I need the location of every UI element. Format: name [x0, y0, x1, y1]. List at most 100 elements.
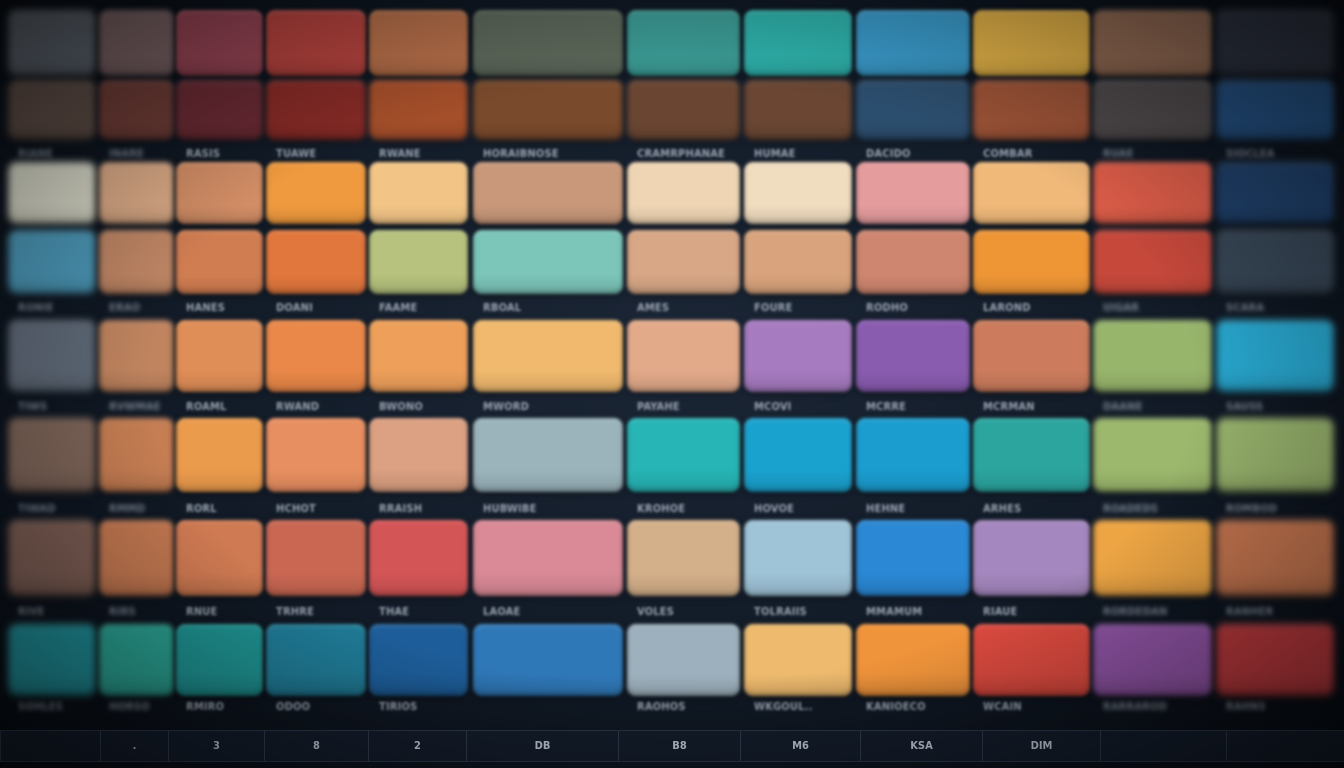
color-swatch[interactable]: [1216, 320, 1334, 392]
color-swatch[interactable]: [973, 162, 1090, 224]
color-swatch[interactable]: [176, 230, 263, 294]
color-swatch[interactable]: [473, 624, 623, 696]
color-swatch[interactable]: [856, 320, 970, 392]
bottom-bar-segment[interactable]: KSA: [860, 731, 982, 761]
color-swatch[interactable]: [99, 230, 174, 294]
color-swatch[interactable]: [1216, 162, 1334, 224]
color-swatch[interactable]: [973, 80, 1090, 140]
color-swatch[interactable]: [99, 162, 174, 224]
color-swatch[interactable]: [856, 80, 970, 140]
color-swatch[interactable]: [369, 624, 468, 696]
color-swatch[interactable]: [266, 418, 366, 492]
bottom-bar-segment[interactable]: [1100, 731, 1226, 761]
color-swatch[interactable]: [8, 520, 96, 596]
color-swatch[interactable]: [1093, 10, 1212, 76]
color-swatch[interactable]: [1093, 418, 1212, 492]
color-swatch[interactable]: [973, 10, 1090, 76]
color-swatch[interactable]: [473, 320, 623, 392]
color-swatch[interactable]: [369, 10, 468, 76]
color-swatch[interactable]: [176, 520, 263, 596]
color-swatch[interactable]: [369, 162, 468, 224]
bottom-bar-segment[interactable]: .: [100, 731, 168, 761]
color-swatch[interactable]: [8, 418, 96, 492]
color-swatch[interactable]: [473, 418, 623, 492]
color-swatch[interactable]: [99, 418, 174, 492]
color-swatch[interactable]: [473, 162, 623, 224]
color-swatch[interactable]: [744, 418, 852, 492]
bottom-bar-segment[interactable]: B8: [618, 731, 740, 761]
color-swatch[interactable]: [176, 624, 263, 696]
color-swatch[interactable]: [627, 80, 740, 140]
color-swatch[interactable]: [744, 624, 852, 696]
color-swatch[interactable]: [1093, 230, 1212, 294]
color-swatch[interactable]: [1093, 162, 1212, 224]
color-swatch[interactable]: [369, 230, 468, 294]
bottom-bar-segment[interactable]: 3: [168, 731, 264, 761]
color-swatch[interactable]: [744, 10, 852, 76]
color-swatch[interactable]: [99, 10, 174, 76]
color-swatch[interactable]: [856, 520, 970, 596]
color-swatch[interactable]: [176, 10, 263, 76]
color-swatch[interactable]: [1216, 624, 1334, 696]
color-swatch[interactable]: [99, 320, 174, 392]
color-swatch[interactable]: [473, 10, 623, 76]
color-swatch[interactable]: [973, 624, 1090, 696]
color-swatch[interactable]: [744, 162, 852, 224]
bottom-bar-segment[interactable]: DB: [466, 731, 618, 761]
color-swatch[interactable]: [744, 80, 852, 140]
color-swatch[interactable]: [1093, 80, 1212, 140]
color-swatch[interactable]: [176, 418, 263, 492]
color-swatch[interactable]: [1216, 520, 1334, 596]
bottom-bar-segment[interactable]: DIM: [982, 731, 1100, 761]
bottom-bar-segment[interactable]: M6: [740, 731, 860, 761]
color-swatch[interactable]: [266, 520, 366, 596]
color-swatch[interactable]: [266, 624, 366, 696]
color-swatch[interactable]: [627, 624, 740, 696]
color-swatch[interactable]: [627, 520, 740, 596]
bottom-bar-segment[interactable]: [1226, 731, 1344, 761]
color-swatch[interactable]: [99, 520, 174, 596]
color-swatch[interactable]: [627, 162, 740, 224]
color-swatch[interactable]: [744, 320, 852, 392]
color-swatch[interactable]: [973, 320, 1090, 392]
color-swatch[interactable]: [99, 624, 174, 696]
color-swatch[interactable]: [176, 162, 263, 224]
color-swatch[interactable]: [627, 418, 740, 492]
color-swatch[interactable]: [369, 418, 468, 492]
color-swatch[interactable]: [266, 320, 366, 392]
color-swatch[interactable]: [973, 418, 1090, 492]
color-swatch[interactable]: [369, 320, 468, 392]
color-swatch[interactable]: [1093, 320, 1212, 392]
color-swatch[interactable]: [473, 80, 623, 140]
color-swatch[interactable]: [8, 162, 96, 224]
bottom-bar-segment[interactable]: [0, 731, 100, 761]
color-swatch[interactable]: [8, 320, 96, 392]
color-swatch[interactable]: [266, 10, 366, 76]
color-swatch[interactable]: [973, 230, 1090, 294]
color-swatch[interactable]: [744, 230, 852, 294]
color-swatch[interactable]: [369, 80, 468, 140]
color-swatch[interactable]: [8, 10, 96, 76]
color-swatch[interactable]: [8, 80, 96, 140]
color-swatch[interactable]: [627, 230, 740, 294]
color-swatch[interactable]: [856, 10, 970, 76]
color-swatch[interactable]: [176, 80, 263, 140]
color-swatch[interactable]: [1216, 10, 1334, 76]
color-swatch[interactable]: [473, 520, 623, 596]
color-swatch[interactable]: [369, 520, 468, 596]
color-swatch[interactable]: [8, 624, 96, 696]
color-swatch[interactable]: [973, 520, 1090, 596]
color-swatch[interactable]: [856, 624, 970, 696]
bottom-bar-segment[interactable]: 8: [264, 731, 368, 761]
color-swatch[interactable]: [1093, 520, 1212, 596]
color-swatch[interactable]: [176, 320, 263, 392]
color-swatch[interactable]: [856, 230, 970, 294]
color-swatch[interactable]: [8, 230, 96, 294]
color-swatch[interactable]: [856, 418, 970, 492]
color-swatch[interactable]: [266, 230, 366, 294]
color-swatch[interactable]: [99, 80, 174, 140]
color-swatch[interactable]: [856, 162, 970, 224]
color-swatch[interactable]: [627, 320, 740, 392]
color-swatch[interactable]: [473, 230, 623, 294]
color-swatch[interactable]: [266, 162, 366, 224]
